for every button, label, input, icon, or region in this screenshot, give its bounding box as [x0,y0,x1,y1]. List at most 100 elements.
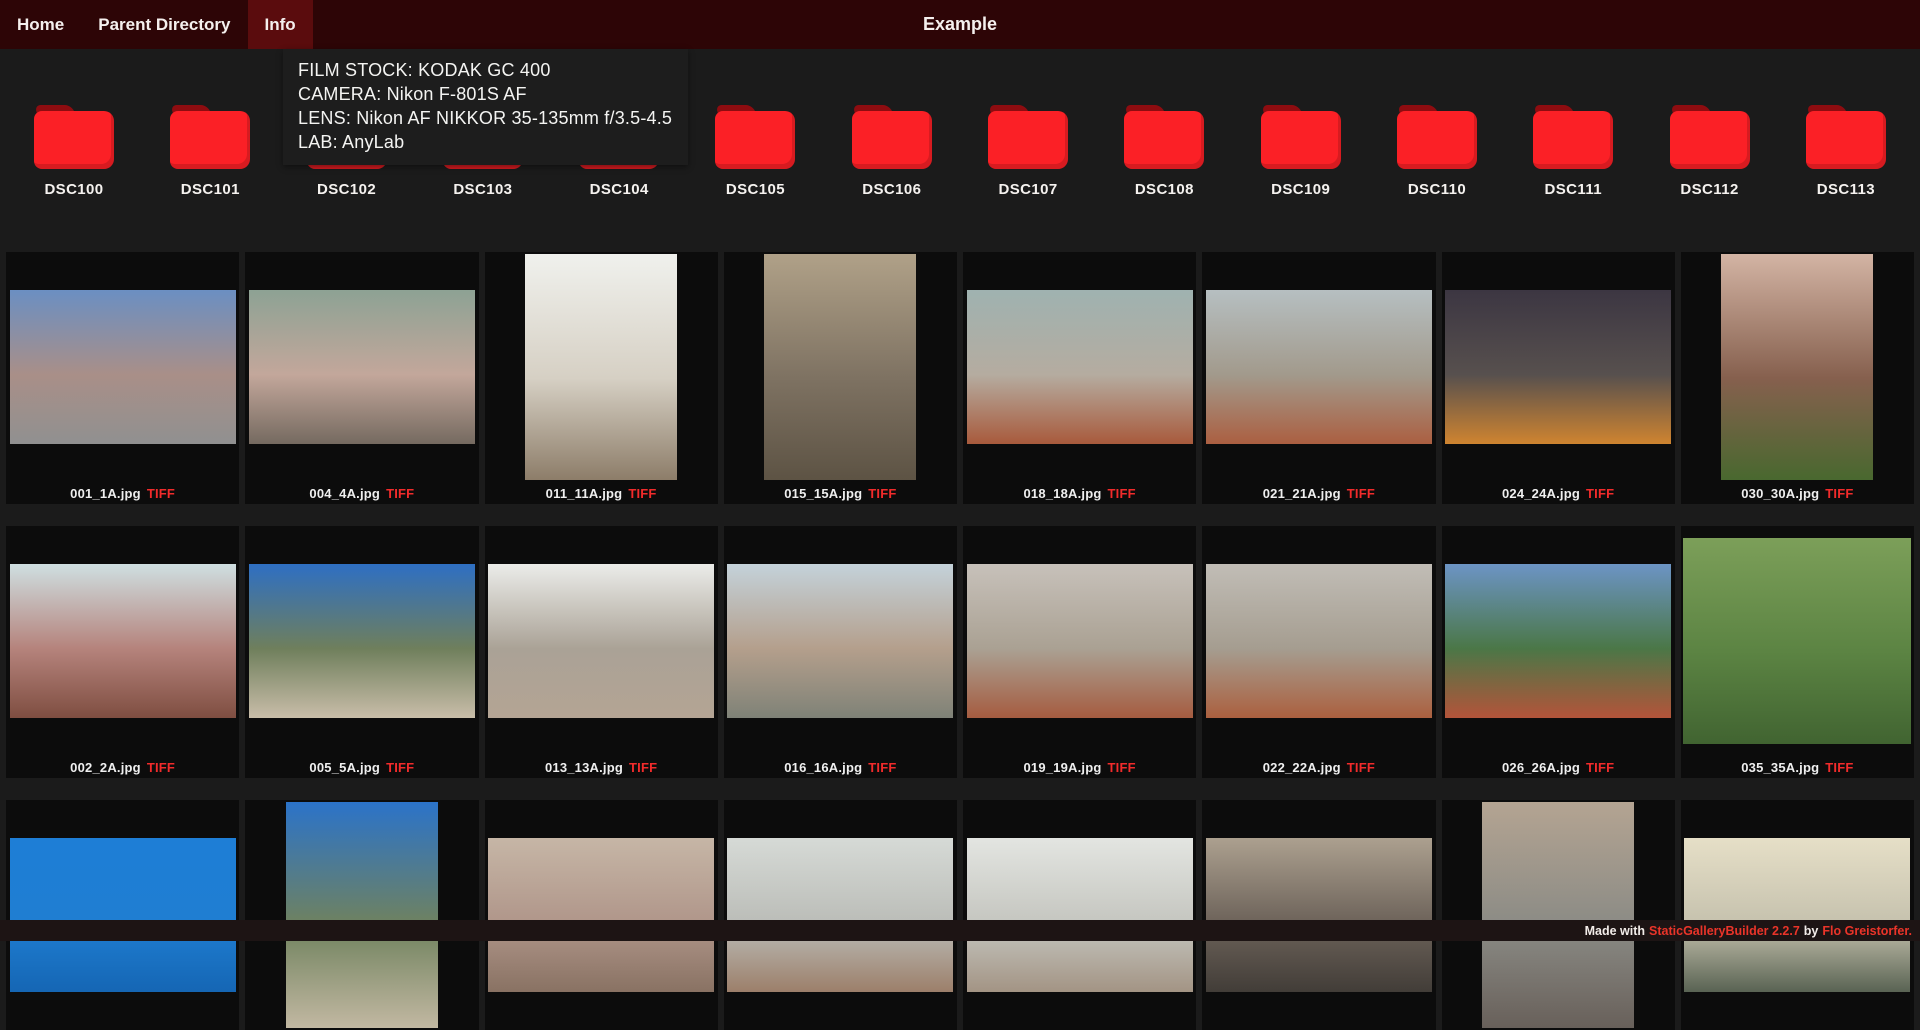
photo-filename: 021_21A.jpg [1262,485,1341,501]
folder-item-dsc108[interactable]: DSC108 [1118,105,1210,198]
folder-item-dsc106[interactable]: DSC106 [846,105,938,198]
tiff-link[interactable]: TIFF [629,760,657,775]
tiff-link[interactable]: TIFF [1347,760,1375,775]
folder-icon [1260,105,1341,169]
thumbnail-box [1442,800,1675,1030]
folder-body-shape [988,111,1069,169]
tiff-link[interactable]: TIFF [1347,486,1375,501]
photo-thumbnail[interactable] [9,290,236,444]
tiff-link[interactable]: TIFF [1108,486,1136,501]
photo-cell: 021_21A.jpg TIFF [1202,252,1436,504]
photo-thumbnail[interactable] [1683,538,1912,744]
photo-filename: 005_5A.jpg [309,759,381,775]
photo-cell: 030_30A.jpg TIFF [1680,252,1914,504]
folder-item-dsc110[interactable]: DSC110 [1391,105,1483,198]
photo-label-row: 021_21A.jpg TIFF [1202,482,1435,504]
photo-thumbnail[interactable] [727,564,954,718]
footer-made-with: Made with [1584,923,1646,938]
thumbnail-box [245,526,478,756]
folder-label: DSC100 [44,181,104,198]
photo-thumbnail[interactable] [525,254,678,480]
photo-thumbnail[interactable] [9,564,236,718]
thumbnail-box [485,252,718,482]
photo-filename: 019_19A.jpg [1023,759,1102,775]
tiff-link[interactable]: TIFF [386,760,414,775]
folder-icon [988,105,1069,169]
tiff-link[interactable]: TIFF [1108,760,1136,775]
author-link[interactable]: Flo Greistorfer. [1822,924,1912,938]
folder-item-dsc112[interactable]: DSC112 [1664,105,1756,198]
tiff-link[interactable]: TIFF [628,486,656,501]
photo-label-row: 013_13A.jpg TIFF [485,756,718,778]
photo-thumbnail[interactable] [966,564,1193,718]
photo-thumbnail[interactable] [727,838,954,992]
photo-thumbnail[interactable] [488,564,715,718]
nav-item-parent-directory[interactable]: Parent Directory [81,0,247,49]
tiff-link[interactable]: TIFF [868,486,896,501]
folder-body-shape [1533,111,1614,169]
folder-item-dsc105[interactable]: DSC105 [709,105,801,198]
photo-thumbnail[interactable] [488,838,715,992]
folder-icon [170,105,251,169]
photo-thumbnail[interactable] [1721,254,1874,480]
folder-label: DSC102 [317,181,377,198]
photo-cell [1680,800,1914,1030]
photo-filename: 016_16A.jpg [784,759,863,775]
folder-item-dsc111[interactable]: DSC111 [1527,105,1619,198]
info-line: LAB: AnyLab [298,132,405,152]
photo-label-row: 024_24A.jpg TIFF [1442,482,1675,504]
photo-label-row: 026_26A.jpg TIFF [1442,756,1675,778]
photo-thumbnail[interactable] [1445,564,1672,718]
photo-cell: 011_11A.jpg TIFF [484,252,718,504]
nav-item-home[interactable]: Home [0,0,81,49]
tiff-link[interactable]: TIFF [386,486,414,501]
photo-thumbnail[interactable] [1205,564,1432,718]
photo-label-row: 016_16A.jpg TIFF [724,756,957,778]
photo-label-row: 018_18A.jpg TIFF [963,482,1196,504]
photo-cell: 018_18A.jpg TIFF [963,252,1197,504]
tiff-link[interactable]: TIFF [147,760,175,775]
photo-thumbnail[interactable] [966,290,1193,444]
folder-item-dsc113[interactable]: DSC113 [1800,105,1892,198]
tiff-link[interactable]: TIFF [147,486,175,501]
thumbnail-box [6,526,239,756]
thumbnail-box [6,252,239,482]
thumbnail-box [1442,252,1675,482]
photo-thumbnail[interactable] [248,564,475,718]
tiff-link[interactable]: TIFF [1825,486,1853,501]
nav-item-info[interactable]: Info [247,0,313,49]
folder-label: DSC112 [1680,181,1739,198]
info-line: CAMERA: Nikon F-801S AF [298,84,527,104]
photo-thumbnail[interactable] [1205,838,1432,992]
folder-body-shape [851,111,932,169]
footer: Made with StaticGalleryBuilder 2.2.7 by … [0,920,1920,941]
folder-item-dsc109[interactable]: DSC109 [1255,105,1347,198]
photo-cell: 019_19A.jpg TIFF [963,526,1197,778]
photo-thumbnail[interactable] [966,838,1193,992]
builder-link[interactable]: StaticGalleryBuilder 2.2.7 [1649,924,1800,938]
photo-thumbnail[interactable] [285,802,438,1028]
thumbnail-box [724,252,957,482]
folder-icon [1805,105,1886,169]
folder-item-dsc101[interactable]: DSC101 [164,105,256,198]
folder-body-shape [1805,111,1886,169]
photo-thumbnail[interactable] [1445,290,1672,444]
photo-thumbnail[interactable] [1482,802,1635,1028]
tiff-link[interactable]: TIFF [1586,486,1614,501]
tiff-link[interactable]: TIFF [868,760,896,775]
photo-thumbnail[interactable] [248,290,475,444]
photo-thumbnail[interactable] [1684,838,1911,992]
photo-cell: 002_2A.jpg TIFF [6,526,240,778]
tiff-link[interactable]: TIFF [1586,760,1614,775]
folder-label: DSC109 [1271,181,1331,198]
photo-label-row: 035_35A.jpg TIFF [1681,756,1914,778]
thumbnail-box [1681,252,1914,482]
folder-icon [851,105,932,169]
photo-thumbnail[interactable] [9,838,236,992]
folder-item-dsc100[interactable]: DSC100 [28,105,120,198]
folder-item-dsc107[interactable]: DSC107 [982,105,1074,198]
tiff-link[interactable]: TIFF [1825,760,1853,775]
photo-thumbnail[interactable] [764,254,917,480]
photo-cell [1441,800,1675,1030]
photo-thumbnail[interactable] [1205,290,1432,444]
